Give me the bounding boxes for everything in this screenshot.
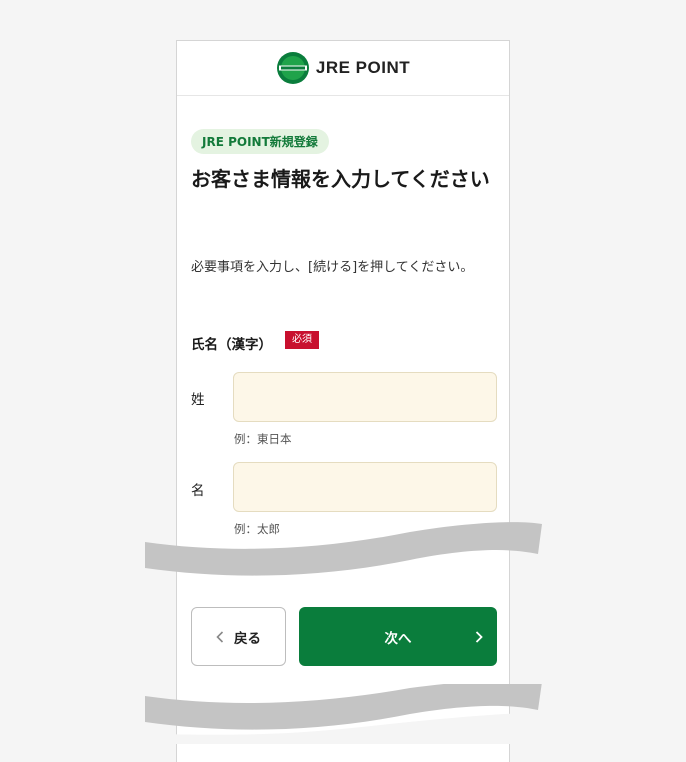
page-description: 必要事項を入力し、[続ける]を押してください。 — [191, 260, 474, 275]
registration-badge: JRE POINT新規登録 — [191, 129, 329, 154]
required-badge: 必須 — [285, 331, 319, 349]
last-name-label: 姓 — [191, 392, 205, 408]
name-kanji-label: 氏名（漢字） — [191, 337, 272, 353]
back-button[interactable]: 戻る — [191, 607, 286, 666]
last-name-input[interactable] — [233, 372, 497, 422]
header: JRE POINT — [177, 41, 509, 96]
last-name-hint: 例：東日本 — [234, 432, 292, 446]
logo-text: JRE POINT — [315, 58, 411, 77]
first-name-hint: 例：太郎 — [234, 522, 280, 536]
chevron-left-icon — [216, 630, 224, 643]
first-name-input[interactable] — [233, 462, 497, 512]
jre-point-logo[interactable]: JRE POINT — [276, 51, 410, 85]
next-button-label: 次へ — [384, 630, 412, 647]
jre-point-logo-icon — [276, 52, 309, 84]
chevron-right-icon — [475, 630, 483, 643]
back-button-label: 戻る — [234, 630, 261, 647]
page-title: お客さま情報を入力してください — [191, 167, 490, 191]
next-button[interactable]: 次へ — [299, 607, 497, 666]
first-name-label: 名 — [191, 483, 205, 499]
mobile-frame: JRE POINT JRE POINT新規登録 お客さま情報を入力してください … — [176, 40, 510, 762]
